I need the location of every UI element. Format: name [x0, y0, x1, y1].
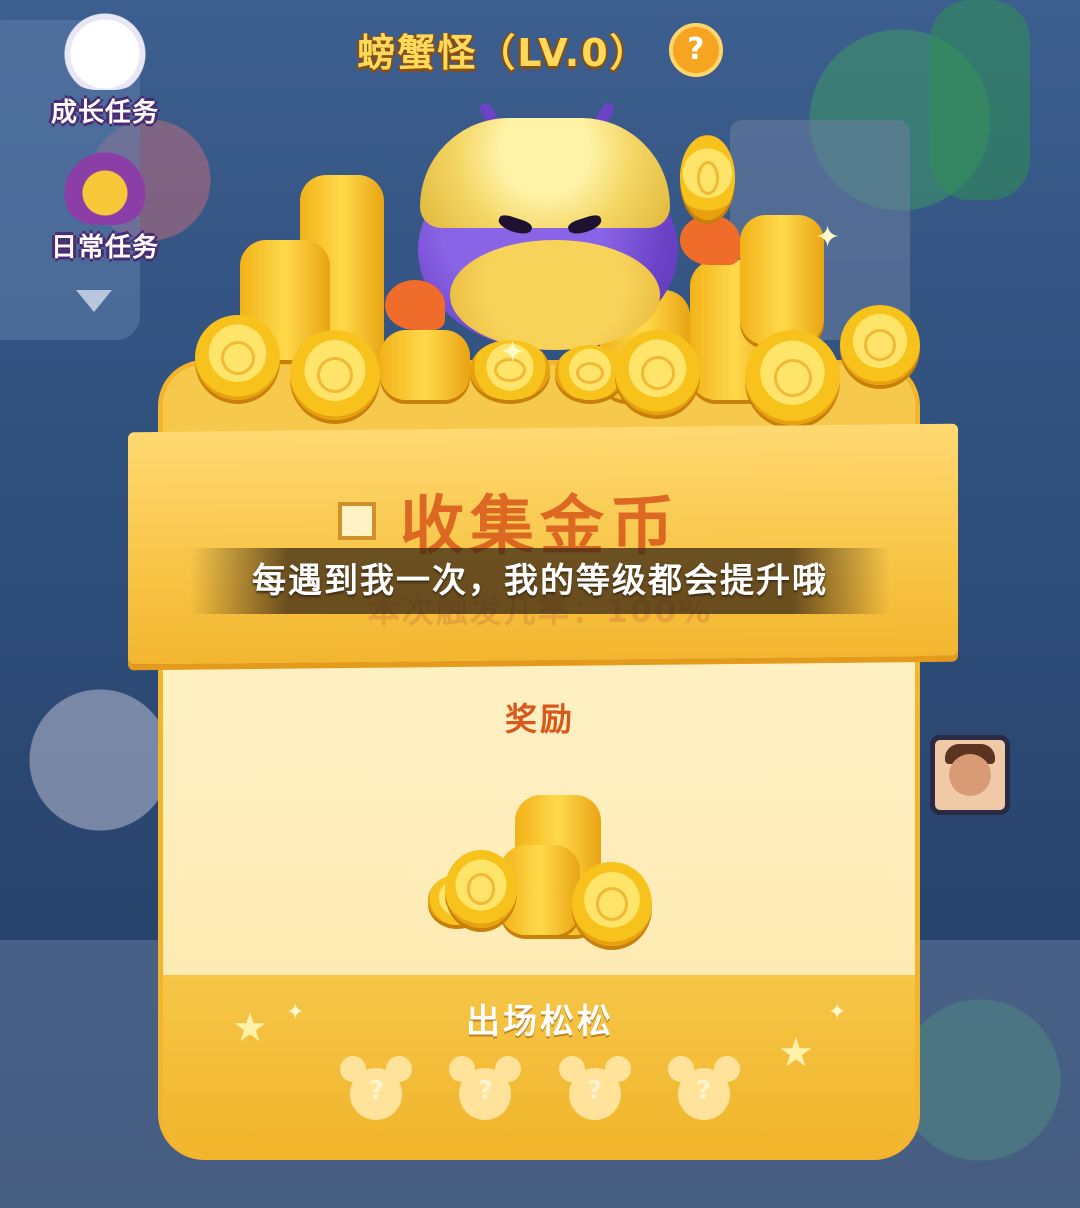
growth-task-label: 成长任务	[50, 98, 159, 128]
treasure-chest-icon	[57, 145, 153, 225]
coin-icon	[840, 305, 920, 385]
reward-label: 奖励	[504, 700, 575, 738]
coin-stack	[380, 330, 470, 400]
reward-coin-icon	[445, 850, 517, 928]
star-icon: ★	[232, 1005, 268, 1051]
mystery-character-slot[interactable]: ?	[445, 1054, 525, 1124]
sparkle-icon: ✦	[286, 1000, 305, 1025]
character-slots: ? ? ? ?	[0, 1054, 1080, 1128]
crab-belly	[450, 240, 660, 350]
appear-label: 出场松松	[466, 1002, 614, 1042]
coin-icon	[745, 330, 840, 425]
coin-stack	[740, 215, 824, 345]
speech-text: 每遇到我一次，我的等级都会提升哦	[252, 561, 828, 601]
mystery-character-slot[interactable]: ?	[664, 1054, 744, 1124]
daily-task-label: 日常任务	[50, 233, 159, 263]
reward-coin-icon	[572, 862, 652, 946]
daily-task-button[interactable]: 日常任务	[40, 145, 170, 264]
mystery-character-slot[interactable]: ?	[555, 1054, 635, 1124]
crab-helmet	[420, 118, 670, 228]
monster-name-level: 螃蟹怪（LV.0）	[357, 31, 650, 75]
sparkle-icon: ✦	[815, 220, 841, 255]
crab-claw	[385, 280, 445, 330]
speech-bubble: 每遇到我一次，我的等级都会提升哦	[190, 548, 890, 614]
coin-icon	[195, 315, 280, 400]
expand-arrow-icon[interactable]	[76, 290, 112, 312]
mystery-character-slot[interactable]: ?	[336, 1054, 416, 1124]
crab-claw	[680, 215, 740, 265]
coin-icon	[680, 135, 735, 220]
monster-title: 螃蟹怪（LV.0） ?	[0, 22, 1080, 77]
help-icon[interactable]: ?	[668, 22, 723, 77]
coin-icon	[290, 330, 380, 420]
sparkle-icon: ✦	[500, 335, 526, 370]
character-avatar-icon[interactable]	[930, 735, 1010, 815]
sparkle-icon: ✦	[828, 1000, 847, 1025]
coin-icon	[615, 330, 700, 415]
